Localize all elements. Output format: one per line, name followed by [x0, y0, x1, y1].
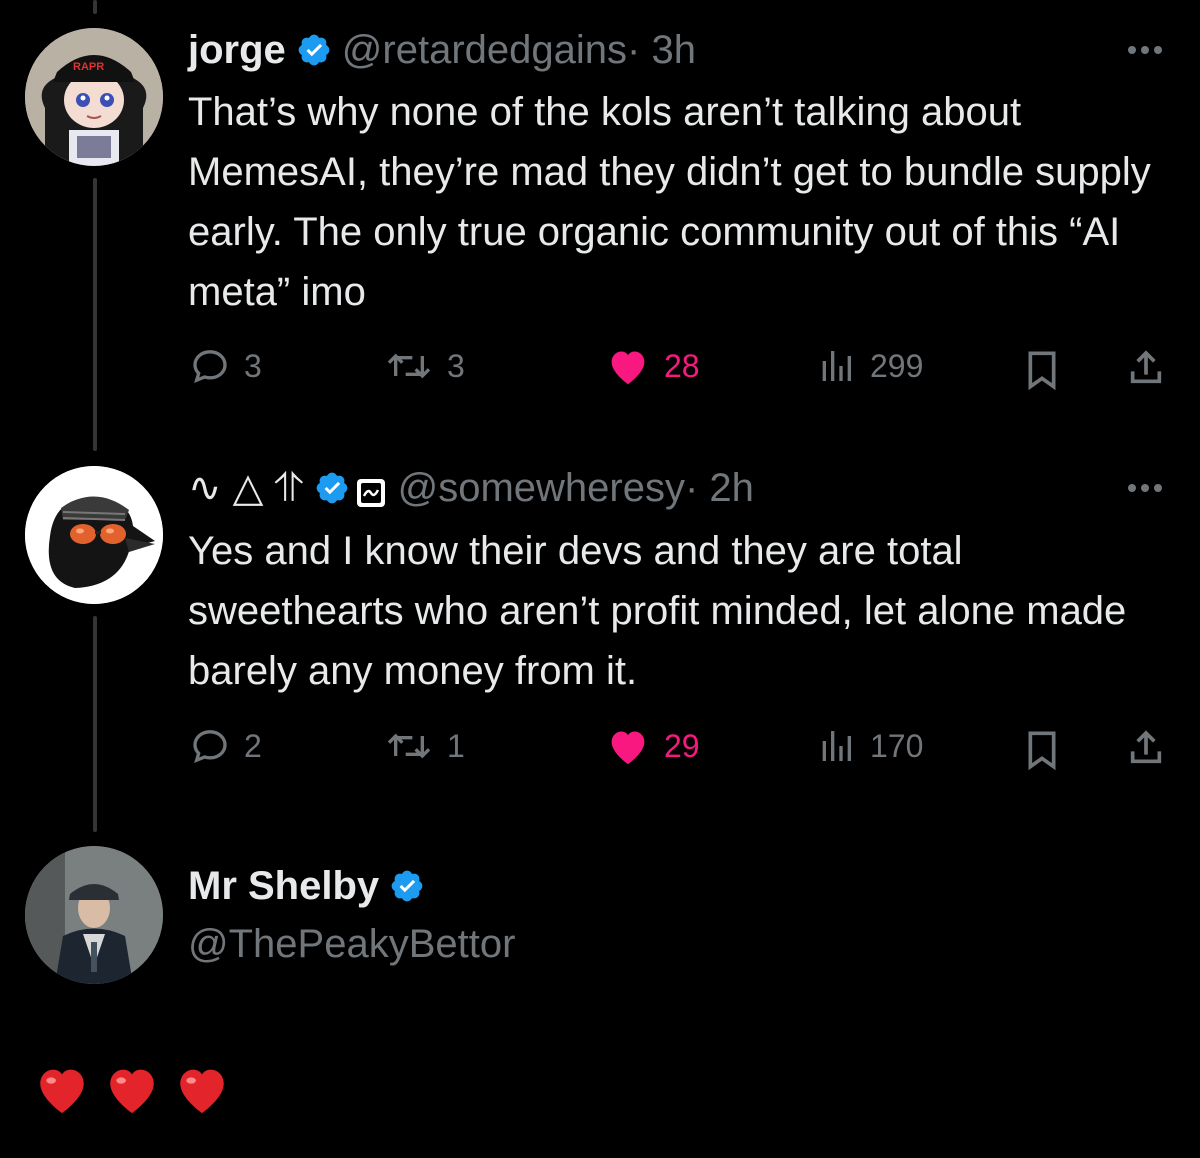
views-button[interactable]: 299 — [816, 346, 923, 386]
views-icon — [822, 351, 851, 381]
reply-count: 2 — [244, 727, 262, 764]
verified-badge-icon — [314, 470, 350, 506]
verified-badge-icon — [389, 868, 425, 904]
reply-count: 3 — [244, 347, 262, 384]
more-icon[interactable] — [1128, 46, 1162, 54]
reply-icon — [193, 350, 227, 383]
like-count: 29 — [664, 727, 700, 764]
share-icon — [1130, 730, 1162, 764]
display-name[interactable]: Mr Shelby — [188, 864, 379, 909]
heart-emoji-icon — [180, 1069, 224, 1114]
avatar[interactable]: RAPR — [25, 28, 163, 166]
tweet-header: ∿ △ ⥣ @somewheresy · 2h — [188, 462, 754, 514]
bookmark-button[interactable] — [1024, 730, 1060, 775]
compose-header: Mr Shelby — [188, 860, 435, 912]
retweet-count: 1 — [447, 727, 465, 764]
avatar[interactable] — [25, 846, 163, 984]
thread-line-top — [93, 0, 97, 14]
tweet-text: That’s why none of the kols aren’t talki… — [188, 90, 1151, 314]
retweet-icon — [387, 733, 431, 759]
heart-emoji-icon — [40, 1069, 84, 1114]
timestamp[interactable]: · 2h — [685, 466, 754, 511]
bookmark-button[interactable] — [1024, 350, 1060, 395]
timestamp[interactable]: · 3h — [627, 28, 696, 73]
retweet-button[interactable]: 1 — [385, 726, 465, 766]
views-icon — [822, 731, 851, 761]
share-button[interactable] — [1126, 728, 1166, 773]
heart-icon — [611, 351, 645, 385]
label-icon[interactable] — [356, 473, 386, 507]
retweet-count: 3 — [447, 347, 465, 384]
views-button[interactable]: 170 — [816, 726, 923, 766]
user-handle[interactable]: @ThePeakyBettor — [188, 922, 515, 967]
avatar[interactable] — [25, 466, 163, 604]
user-handle[interactable]: @somewheresy — [398, 466, 685, 511]
thread-line-2 — [93, 616, 97, 832]
bookmark-icon — [1028, 731, 1056, 771]
views-count: 170 — [870, 727, 924, 764]
reply-text: ❤️❤️❤️ — [33, 1062, 231, 1116]
heart-emoji-icon — [110, 1069, 154, 1114]
reply-button[interactable]: 2 — [190, 726, 262, 766]
bookmark-icon — [1028, 351, 1056, 391]
reply-icon — [193, 730, 227, 763]
user-handle[interactable]: @retardedgains — [342, 28, 627, 73]
display-name[interactable]: jorge — [188, 28, 286, 73]
compose-handle-row: @ThePeakyBettor — [188, 918, 515, 970]
retweet-icon — [387, 353, 431, 379]
views-count: 299 — [870, 347, 924, 384]
tweet-text: Yes and I know their devs and they are t… — [188, 529, 1127, 693]
verified-badge-icon — [296, 32, 332, 68]
like-button[interactable]: 29 — [606, 726, 700, 766]
avatar-cap-text: RAPR — [73, 61, 104, 73]
retweet-button[interactable]: 3 — [385, 346, 465, 386]
like-button[interactable]: 28 — [606, 346, 700, 386]
like-count: 28 — [664, 347, 700, 384]
tweet-header: jorge @retardedgains · 3h — [188, 24, 696, 76]
thread-line-1 — [93, 178, 97, 451]
share-button[interactable] — [1126, 348, 1166, 393]
more-icon[interactable] — [1128, 484, 1162, 492]
reply-button[interactable]: 3 — [190, 346, 262, 386]
display-name[interactable]: ∿ △ ⥣ — [188, 465, 304, 511]
share-icon — [1130, 350, 1162, 384]
heart-icon — [611, 731, 645, 765]
